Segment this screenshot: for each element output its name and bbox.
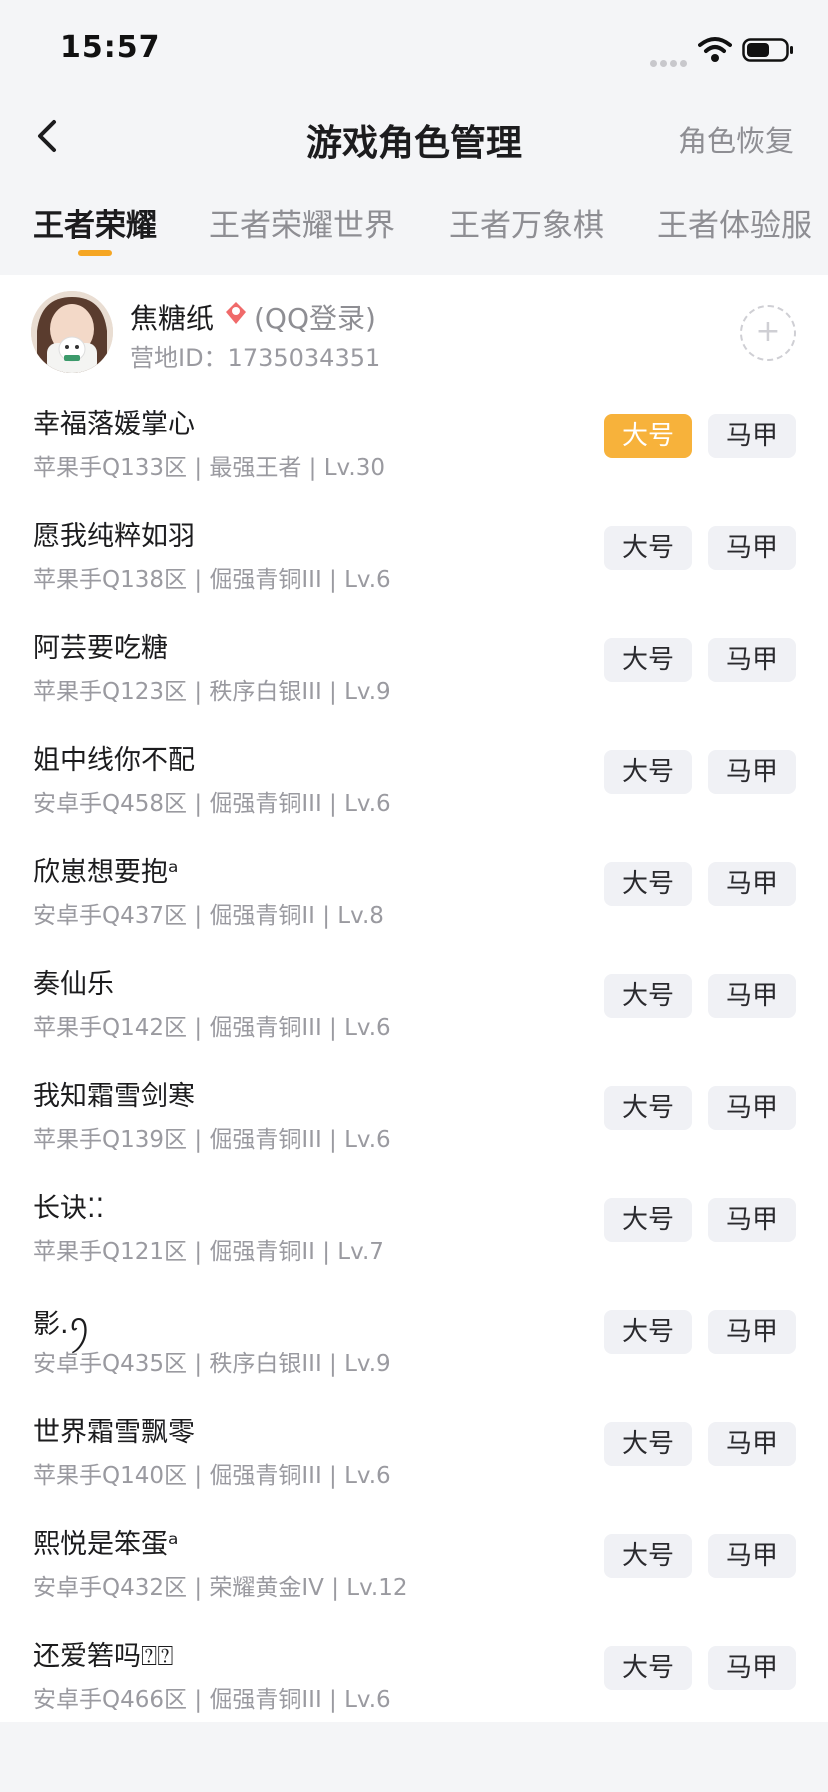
role-row: 长诀⁚⁚ 苹果手Q121区 | 倔强青铜II | Lv.7 大号 马甲: [0, 1174, 828, 1286]
tab-honor-of-kings[interactable]: 王者荣耀: [33, 200, 157, 245]
role-row: 阿芸要吃糖苹果手Q123区 | 秩序白银III | Lv.9 大号 马甲: [0, 614, 828, 726]
role-name: 奏仙乐: [33, 969, 114, 1000]
alt-account-button[interactable]: 马甲: [708, 1086, 796, 1130]
alt-account-button[interactable]: 马甲: [708, 1534, 796, 1578]
alt-account-button[interactable]: 马甲: [708, 974, 796, 1018]
game-tabs: 王者荣耀 王者荣耀世界 王者万象棋 王者体验服: [0, 190, 828, 274]
account-header: 焦糖纸 (QQ登录) 营地ID：1735034351 +: [0, 275, 828, 390]
role-name: 欣崽想要抱ᵃ: [33, 857, 179, 888]
role-name: 幸福落媛掌心: [33, 409, 195, 440]
battery-icon: [742, 38, 793, 62]
alt-account-button[interactable]: 马甲: [708, 414, 796, 458]
nav-bar: 游戏角色管理 角色恢复: [0, 96, 828, 178]
main-account-button[interactable]: 大号: [604, 862, 692, 906]
main-account-button[interactable]: 大号: [604, 1646, 692, 1690]
alt-account-button[interactable]: 马甲: [708, 1198, 796, 1242]
bottom-area: [0, 1722, 828, 1792]
main-account-button[interactable]: 大号: [604, 1534, 692, 1578]
tab-honor-of-kings-world[interactable]: 王者荣耀世界: [209, 200, 395, 245]
role-row: 还爱箬吗⍰⍰ 安卓手Q466区 | 倔强青铜III | Lv.6 大号 马甲: [0, 1622, 828, 1734]
signal-icon: [650, 52, 692, 67]
role-row: 幸福落媛掌心苹果手Q133区 | 最强王者 | Lv.30 大号 马甲: [0, 390, 828, 502]
role-name: 愿我纯粹如羽: [33, 521, 195, 552]
status-time: 15:57: [60, 30, 161, 65]
role-name: 姐中线你不配: [33, 745, 195, 776]
main-account-button[interactable]: 大号: [604, 638, 692, 682]
role-server-info: 苹果手Q121区 | 倔强青铜II | Lv.7: [33, 1239, 384, 1265]
alt-account-button[interactable]: 马甲: [708, 862, 796, 906]
role-server-info: 苹果手Q133区 | 最强王者 | Lv.30: [33, 455, 385, 481]
role-server-info: 安卓手Q437区 | 倔强青铜II | Lv.8: [33, 903, 384, 929]
alt-account-button[interactable]: 马甲: [708, 750, 796, 794]
role-name: 熙悦是笨蛋ᵃ: [33, 1529, 179, 1560]
account-name: 焦糖纸: [130, 302, 215, 335]
tab-kings-test-server[interactable]: 王者体验服: [657, 200, 812, 245]
login-type: (QQ登录): [254, 302, 376, 335]
role-rows: 幸福落媛掌心 苹果手Q133区 | 最强王者 | Lv.30 大号 马甲 愿我纯粹如羽苹…: [0, 390, 828, 1734]
main-account-button[interactable]: 大号: [604, 1310, 692, 1354]
avatar-image: [31, 291, 113, 373]
camp-id: 营地ID：1735034351: [130, 344, 381, 372]
role-name: 世界霜雪飘零: [33, 1417, 195, 1448]
role-server-info: 苹果手Q139区 | 倔强青铜III | Lv.6: [33, 1127, 391, 1153]
role-name: 阿芸要吃糖: [33, 633, 168, 664]
main-account-button[interactable]: 大号: [604, 750, 692, 794]
verified-badge-icon: [226, 302, 246, 324]
role-row: 愿我纯粹如羽苹果手Q138区 | 倔强青铜III | Lv.6 大号 马甲: [0, 502, 828, 614]
wifi-icon: [698, 37, 732, 62]
role-server-info: 安卓手Q466区 | 倔强青铜III | Lv.6: [33, 1687, 391, 1713]
alt-account-button[interactable]: 马甲: [708, 526, 796, 570]
avatar[interactable]: [31, 291, 113, 373]
role-name: 长诀⁚⁚: [33, 1193, 105, 1224]
tab-kings-chess[interactable]: 王者万象棋: [449, 200, 604, 245]
role-row: 我知霜雪剑寒苹果手Q139区 | 倔强青铜III | Lv.6 大号 马甲: [0, 1062, 828, 1174]
role-server-info: 苹果手Q138区 | 倔强青铜III | Lv.6: [33, 567, 391, 593]
alt-account-button[interactable]: 马甲: [708, 638, 796, 682]
role-row: 世界霜雪飘零苹果手Q140区 | 倔强青铜III | Lv.6 大号 马甲: [0, 1398, 828, 1510]
active-tab-indicator: [78, 250, 112, 256]
alt-account-button[interactable]: 马甲: [708, 1646, 796, 1690]
game-role-management-page: 15:57 游戏角色管理 角色恢复 王者荣耀 王者荣耀世界 王者万象棋 王者体验…: [0, 0, 828, 1792]
main-account-button[interactable]: 大号: [604, 1422, 692, 1466]
alt-account-button[interactable]: 马甲: [708, 1310, 796, 1354]
role-server-info: 苹果手Q142区 | 倔强青铜III | Lv.6: [33, 1015, 391, 1041]
alt-account-button[interactable]: 马甲: [708, 1422, 796, 1466]
role-list: 焦糖纸 (QQ登录) 营地ID：1735034351 + 幸福落媛掌心苹果手Q1…: [0, 275, 828, 1722]
role-row: 奏仙乐苹果手Q142区 | 倔强青铜III | Lv.6 大号 马甲: [0, 950, 828, 1062]
main-account-button[interactable]: 大号: [604, 414, 692, 458]
role-restore-button[interactable]: 角色恢复: [678, 118, 794, 160]
main-account-button[interactable]: 大号: [604, 974, 692, 1018]
role-server-info: 苹果手Q140区 | 倔强青铜III | Lv.6: [33, 1463, 391, 1489]
status-bar: 15:57: [0, 0, 828, 96]
main-account-button[interactable]: 大号: [604, 526, 692, 570]
role-name: 还爱箬吗⍰⍰: [33, 1641, 174, 1672]
role-server-info: 安卓手Q432区 | 荣耀黄金IV | Lv.12: [33, 1575, 408, 1601]
role-server-info: 苹果手Q123区 | 秩序白银III | Lv.9: [33, 679, 391, 705]
role-server-info: 安卓手Q435区 | 秩序白银III | Lv.9: [33, 1351, 391, 1377]
role-name: 我知霜雪剑寒: [33, 1081, 195, 1112]
role-row: 欣崽想要抱ᵃ 安卓手Q437区 | 倔强青铜II | Lv.8 大号 马甲: [0, 838, 828, 950]
main-account-button[interactable]: 大号: [604, 1198, 692, 1242]
add-role-button[interactable]: +: [740, 305, 796, 361]
main-account-button[interactable]: 大号: [604, 1086, 692, 1130]
role-row: 熙悦是笨蛋ᵃ 安卓手Q432区 | 荣耀黄金IV | Lv.12 大号 马甲: [0, 1510, 828, 1622]
role-server-info: 安卓手Q458区 | 倔强青铜III | Lv.6: [33, 791, 391, 817]
role-row: 姐中线你不配安卓手Q458区 | 倔强青铜III | Lv.6 大号 马甲: [0, 726, 828, 838]
role-row: 影.ꪆ 安卓手Q435区 | 秩序白银III | Lv.9 大号 马甲: [0, 1286, 828, 1398]
